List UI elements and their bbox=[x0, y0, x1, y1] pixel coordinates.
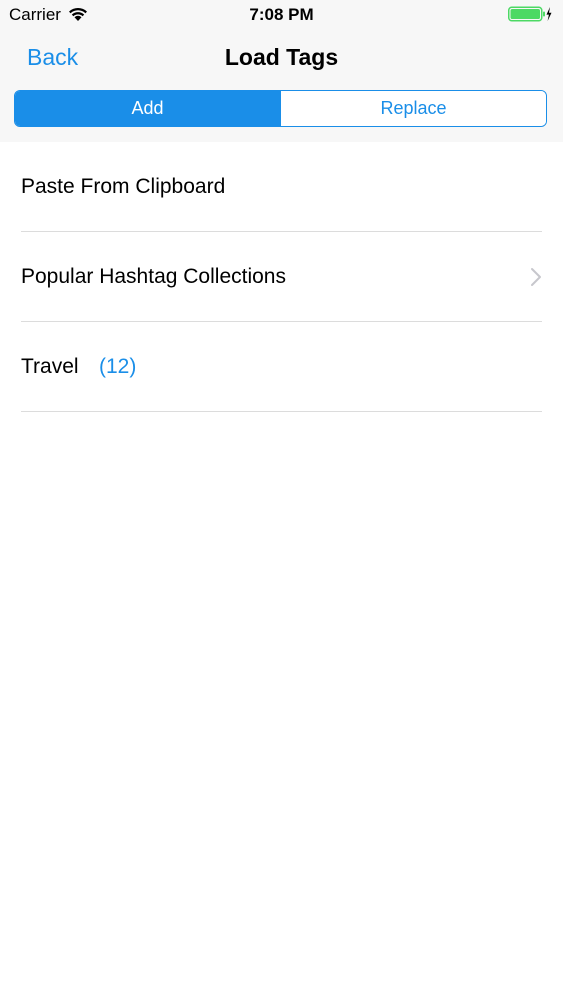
page-title: Load Tags bbox=[224, 44, 339, 70]
chevron-right-icon bbox=[531, 268, 541, 286]
list-item-label: Travel bbox=[21, 355, 79, 378]
charging-bolt-icon bbox=[546, 7, 552, 21]
load-tags-list: Paste From Clipboard Popular Hashtag Col… bbox=[0, 142, 563, 412]
list-item-travel[interactable]: Travel (12) bbox=[21, 322, 542, 412]
tag-count: (12) bbox=[99, 355, 137, 378]
list-item-label: Popular Hashtag Collections bbox=[21, 265, 286, 288]
navigation-bar: Back Load Tags Add Replace bbox=[0, 30, 563, 142]
list-item-popular-hashtag-collections[interactable]: Popular Hashtag Collections bbox=[21, 232, 542, 322]
add-replace-segmented-control: Add Replace bbox=[14, 90, 547, 127]
list-item-label: Paste From Clipboard bbox=[21, 175, 226, 198]
segment-replace[interactable]: Replace bbox=[280, 91, 546, 126]
segment-add[interactable]: Add bbox=[15, 91, 280, 126]
battery-icon bbox=[508, 6, 552, 22]
status-time: 7:08 PM bbox=[249, 5, 314, 24]
list-item-paste-from-clipboard[interactable]: Paste From Clipboard bbox=[21, 142, 542, 232]
status-bar: Carrier 7:08 PM bbox=[0, 0, 563, 30]
